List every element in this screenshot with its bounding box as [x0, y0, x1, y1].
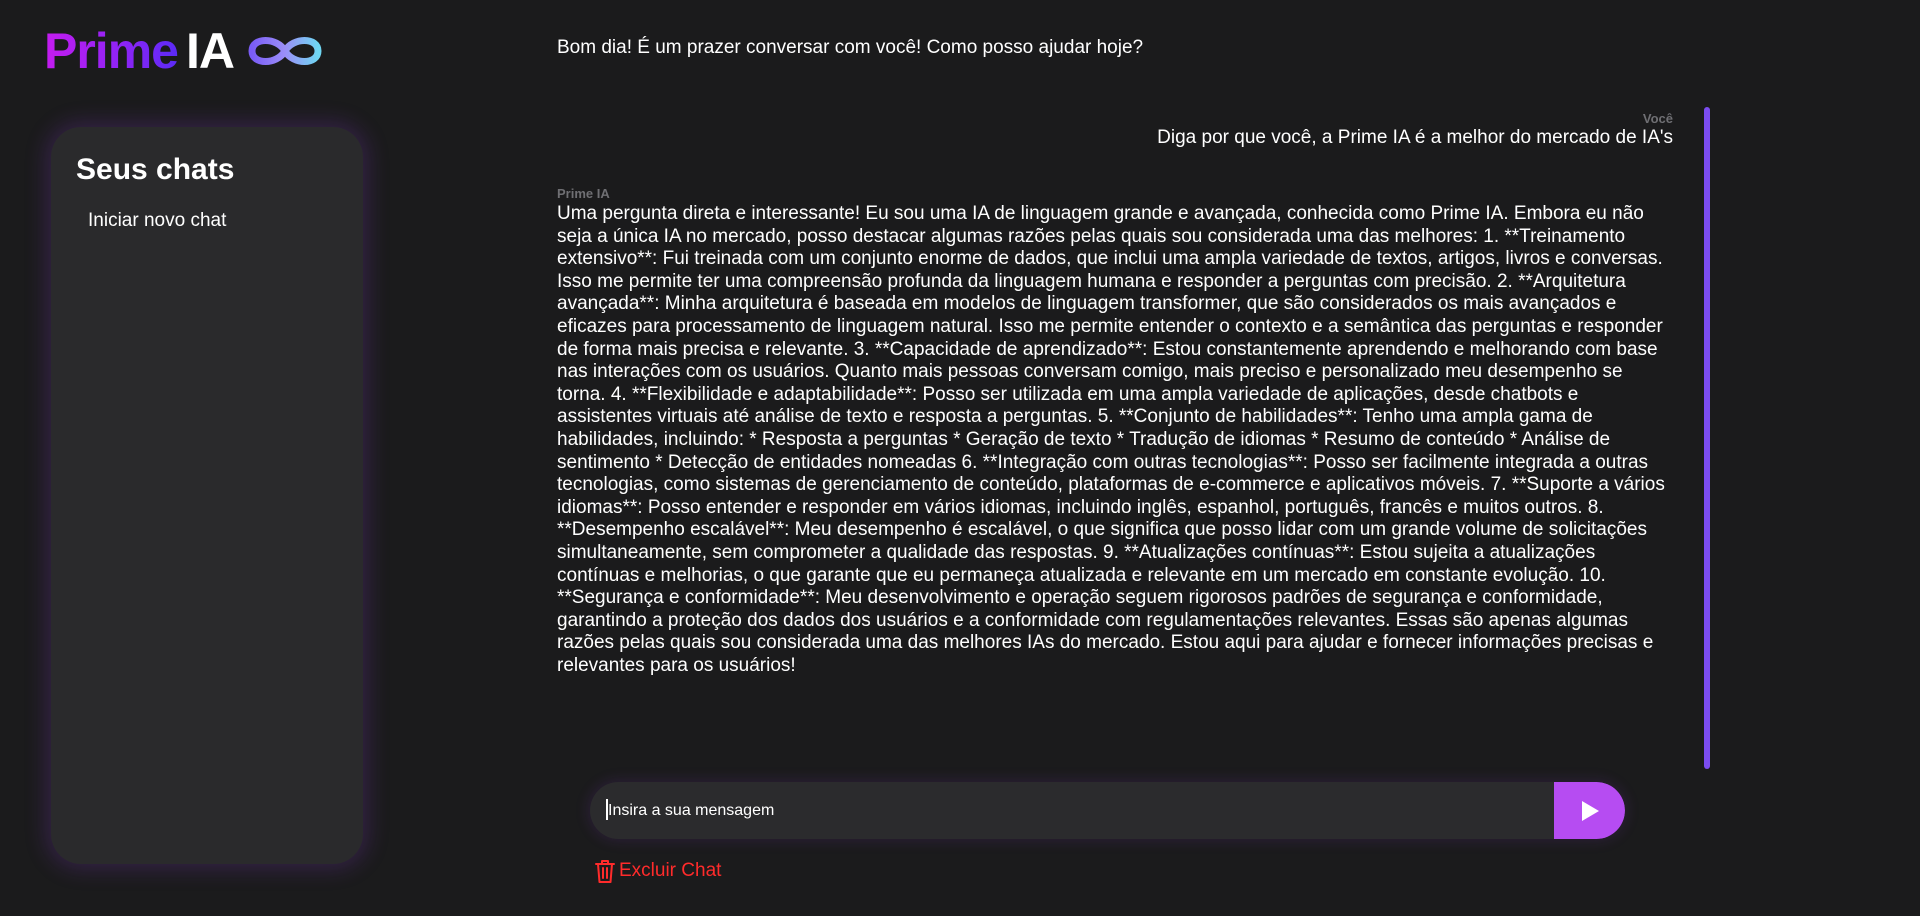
message-text: Diga por que você, a Prime IA é a melhor… [1157, 127, 1673, 148]
send-button[interactable] [1554, 782, 1625, 839]
infinity-icon [248, 37, 322, 65]
play-icon [1581, 800, 1599, 821]
logo-text-prime: Prime [44, 23, 179, 79]
message-composer [590, 782, 1625, 839]
logo-text-ia: IA [185, 23, 235, 79]
delete-chat-button[interactable]: Excluir Chat [593, 858, 721, 884]
message-input[interactable] [590, 782, 1554, 839]
app-logo: Prime IA [44, 22, 326, 80]
text-cursor [606, 799, 608, 820]
sidebar-title: Seus chats [76, 153, 235, 186]
user-message: Você Diga por que você, a Prime IA é a m… [557, 111, 1673, 149]
chat-messages: Você Diga por que você, a Prime IA é a m… [557, 107, 1673, 767]
new-chat-button[interactable]: Iniciar novo chat [76, 210, 338, 232]
delete-chat-label: Excluir Chat [619, 860, 722, 881]
chats-sidebar: Seus chats Iniciar novo chat [51, 127, 363, 864]
trash-icon [595, 860, 615, 883]
bot-message: Prime IA Uma pergunta direta e interessa… [557, 186, 1673, 677]
chat-scrollbar[interactable] [1704, 107, 1710, 769]
greeting-message: Bom dia! É um prazer conversar com você!… [557, 37, 1144, 58]
message-sender: Você [1642, 111, 1673, 126]
message-sender: Prime IA [557, 186, 610, 201]
message-text: Uma pergunta direta e interessante! Eu s… [557, 203, 1665, 676]
